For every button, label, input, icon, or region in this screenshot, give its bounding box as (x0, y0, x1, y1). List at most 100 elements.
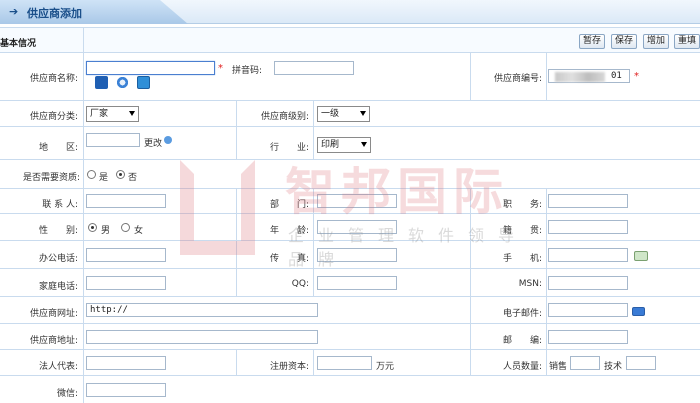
industry-label: 行 业: (269, 143, 309, 153)
fax-input[interactable] (317, 248, 397, 262)
form-row-qualification: 是否需要资质: 是 否 (0, 160, 700, 189)
title-bar: ➔ 供应商添加 (0, 0, 700, 24)
form-row-address: 供应商地址: 邮 编: (0, 324, 700, 350)
region-change-link[interactable]: 更改 (144, 136, 162, 149)
arrow-right-icon: ➔ (9, 5, 19, 18)
capital-unit: 万元 (376, 362, 395, 372)
qualification-label: 是否需要资质: (22, 173, 80, 183)
supplier-level-label: 供应商级别: (260, 112, 309, 122)
supplier-code-suffix: 01 (611, 71, 622, 81)
gender-male-label: 男 (101, 226, 111, 236)
form-row-im: 家庭电话: QQ: MSN: (0, 269, 700, 297)
reset-button[interactable]: 重填 (674, 34, 700, 49)
form-row-wechat: 微信: (0, 376, 700, 403)
registered-capital-label: 注册资本: (269, 362, 309, 372)
supplier-code-input[interactable]: 01 (548, 69, 630, 83)
required-mark: * (634, 71, 639, 82)
supplier-category-value: 厂家 (90, 109, 109, 119)
age-label: 年 龄: (269, 226, 309, 236)
department-label: 部 门: (269, 200, 309, 210)
position-label: 职 务: (502, 200, 542, 210)
region-label: 地 区: (38, 143, 78, 153)
form-row-contact: 联 系 人: 部 门: 职 务: (0, 189, 700, 214)
picture-icon[interactable] (95, 76, 108, 89)
gender-female-radio[interactable] (121, 223, 130, 232)
pinyin-code-input[interactable] (274, 61, 354, 75)
form-row-legal: 法人代表: 注册资本: 万元 人员数量: 销售 技术 (0, 350, 700, 376)
native-place-label: 籍 贯: (502, 226, 542, 236)
sales-count-input[interactable] (570, 356, 600, 370)
qualification-yes-radio[interactable] (87, 170, 96, 179)
ie-icon[interactable] (137, 76, 150, 89)
section-header: 基本信况 暂存 保存 增加 重填 (0, 27, 700, 53)
region-input[interactable] (86, 133, 140, 147)
tech-label: 技术 (604, 362, 623, 372)
supplier-level-value: 一级 (321, 109, 340, 119)
sales-label: 销售 (549, 362, 568, 372)
position-input[interactable] (548, 194, 628, 208)
native-place-input[interactable] (548, 220, 628, 234)
industry-select[interactable]: 印刷 (317, 137, 371, 153)
registered-capital-input[interactable] (317, 356, 372, 370)
help-icon[interactable] (164, 136, 172, 144)
form-row-region: 地 区: 更改 行 业: 印刷 (0, 127, 700, 160)
dropdown-caret-icon (129, 111, 135, 116)
supplier-level-select[interactable]: 一级 (317, 106, 370, 122)
title-tab: ➔ 供应商添加 (0, 0, 188, 24)
sms-icon[interactable] (634, 251, 648, 261)
form-row-gender: 性 别: 男 女 年 龄: 籍 贯: (0, 214, 700, 241)
add-button[interactable]: 增加 (643, 34, 670, 49)
gender-female-label: 女 (134, 226, 144, 236)
contact-label: 联 系 人: (42, 200, 78, 210)
refresh-icon[interactable] (116, 76, 129, 89)
supplier-name-input[interactable] (86, 61, 215, 75)
department-input[interactable] (317, 194, 397, 208)
dropdown-caret-icon (361, 142, 367, 147)
redacted-code (555, 72, 605, 82)
home-phone-input[interactable] (86, 276, 166, 290)
divider (83, 28, 84, 53)
save-button[interactable]: 保存 (611, 34, 638, 49)
msn-input[interactable] (548, 276, 628, 290)
dropdown-caret-icon (360, 111, 366, 116)
mobile-label: 手 机: (502, 254, 542, 264)
age-input[interactable] (317, 220, 397, 234)
fax-label: 传 真: (269, 254, 309, 264)
postcode-input[interactable] (548, 330, 628, 344)
qq-label: QQ: (291, 279, 309, 289)
legal-rep-label: 法人代表: (38, 362, 78, 372)
qualification-no-radio[interactable] (116, 170, 125, 179)
contact-input[interactable] (86, 194, 166, 208)
form-row-category: 供应商分类: 厂家 供应商级别: 一级 (0, 101, 700, 127)
qualification-no-label: 否 (128, 173, 138, 183)
tech-count-input[interactable] (626, 356, 656, 370)
website-label: 供应商网址: (29, 309, 78, 319)
email-label: 电子邮件: (502, 309, 542, 319)
website-input[interactable]: http:// (86, 303, 318, 317)
legal-rep-input[interactable] (86, 356, 166, 370)
office-phone-label: 办公电话: (38, 254, 78, 264)
mail-icon[interactable] (632, 307, 645, 316)
home-phone-label: 家庭电话: (38, 282, 78, 292)
wechat-input[interactable] (86, 383, 166, 397)
supplier-name-label: 供应商名称: (29, 74, 78, 84)
temp-save-button[interactable]: 暂存 (579, 34, 606, 49)
office-phone-input[interactable] (86, 248, 166, 262)
pinyin-code-label: 拼音码: (232, 66, 263, 76)
supplier-category-label: 供应商分类: (29, 112, 78, 122)
qq-input[interactable] (317, 276, 397, 290)
section-title: 基本信况 (0, 39, 37, 49)
email-input[interactable] (548, 303, 628, 317)
gender-male-radio[interactable] (88, 223, 97, 232)
form-row-name: 供应商名称: * 拼音码: 供应商编号: 01 * (0, 53, 700, 101)
required-mark: * (218, 63, 223, 74)
wechat-label: 微信: (56, 389, 78, 399)
address-input[interactable] (86, 330, 318, 344)
msn-label: MSN: (518, 279, 542, 289)
mobile-input[interactable] (548, 248, 628, 262)
form-row-phone: 办公电话: 传 真: 手 机: (0, 241, 700, 269)
page-title: 供应商添加 (27, 7, 82, 20)
qualification-yes-label: 是 (99, 173, 109, 183)
staff-count-label: 人员数量: (502, 362, 542, 372)
supplier-category-select[interactable]: 厂家 (86, 106, 139, 122)
